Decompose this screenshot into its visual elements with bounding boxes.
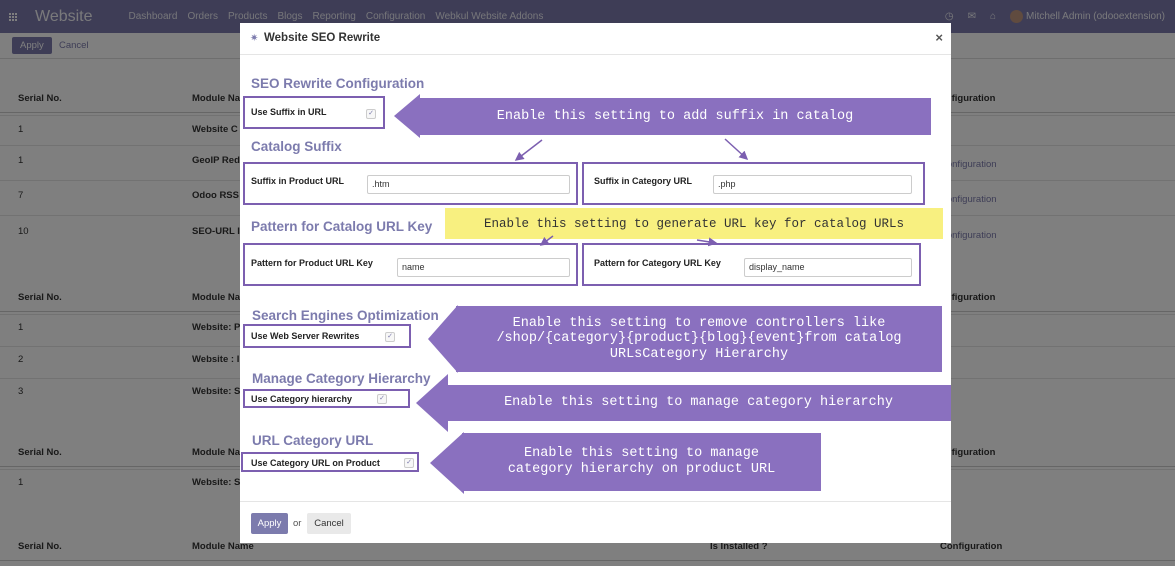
category-hierarchy-label: Use Category hierarchy [251, 394, 353, 404]
category-hierarchy-field: Use Category hierarchy ✓ [243, 389, 410, 408]
gear-icon: ✷ [250, 33, 259, 44]
suffix-category-field: Suffix in Category URL .php [582, 162, 925, 205]
web-server-rewrites-label: Use Web Server Rewrites [251, 331, 360, 341]
category-url-on-product-label: Use Category URL on Product [251, 458, 380, 468]
close-button[interactable]: × [935, 30, 943, 45]
section-seo-config: SEO Rewrite Configuration [251, 76, 425, 91]
modal-footer: Apply or Cancel [240, 501, 951, 543]
modal-title: Website SEO Rewrite [264, 32, 381, 44]
annotation-arrow-head [394, 94, 420, 138]
annotation-suffix: Enable this setting to add suffix in cat… [419, 98, 931, 135]
section-pattern: Pattern for Catalog URL Key [251, 219, 433, 234]
category-url-on-product-checkbox[interactable]: ✓ [404, 458, 414, 468]
web-server-rewrites-field: Use Web Server Rewrites ✓ [243, 324, 411, 348]
category-url-on-product-field: Use Category URL on Product ✓ [241, 452, 419, 472]
suffix-category-input[interactable]: .php [713, 175, 912, 194]
annotation-controllers: Enable this setting to remove controller… [456, 306, 942, 372]
section-category-hierarchy: Manage Category Hierarchy [252, 371, 431, 386]
use-suffix-label: Use Suffix in URL [251, 107, 327, 117]
section-search-engines: Search Engines Optimization [252, 308, 439, 323]
modal-header: ✷ Website SEO Rewrite × [240, 23, 951, 55]
category-hierarchy-checkbox[interactable]: ✓ [377, 394, 387, 404]
use-suffix-checkbox[interactable]: ✓ [366, 109, 376, 119]
annotation-arrow-head [428, 305, 458, 373]
suffix-category-label: Suffix in Category URL [594, 176, 693, 186]
pattern-category-label: Pattern for Category URL Key [594, 258, 721, 268]
section-catalog-suffix: Catalog Suffix [251, 139, 342, 154]
or-text: or [293, 518, 302, 529]
suffix-product-label: Suffix in Product URL [251, 176, 344, 186]
section-url-category: URL Category URL [252, 433, 374, 448]
annotation-arrow-head [416, 374, 448, 432]
pattern-product-label: Pattern for Product URL Key [251, 258, 373, 268]
annotation-hierarchy: Enable this setting to manage category h… [446, 385, 951, 421]
apply-button[interactable]: Apply [251, 513, 288, 534]
pattern-category-field: Pattern for Category URL Key display_nam… [582, 243, 921, 286]
pattern-category-input[interactable]: display_name [744, 258, 912, 277]
suffix-product-field: Suffix in Product URL .htm [243, 162, 578, 205]
pattern-product-input[interactable]: name [397, 258, 570, 277]
suffix-product-input[interactable]: .htm [367, 175, 570, 194]
annotation-arrow-head [430, 432, 464, 494]
web-server-rewrites-checkbox[interactable]: ✓ [385, 332, 395, 342]
pattern-product-field: Pattern for Product URL Key name [243, 243, 578, 286]
use-suffix-field: Use Suffix in URL ✓ [243, 96, 385, 129]
cancel-button[interactable]: Cancel [307, 513, 351, 534]
annotation-product-url: Enable this setting to manage category h… [462, 433, 821, 491]
annotation-url-key: Enable this setting to generate URL key … [445, 208, 943, 239]
